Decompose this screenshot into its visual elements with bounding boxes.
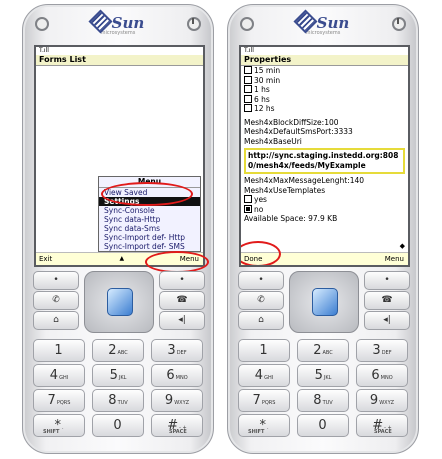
shift-label: SHIFT: [248, 429, 265, 435]
properties-title: Properties: [241, 55, 408, 66]
key-1[interactable]: 1: [238, 339, 290, 362]
default-sms-port[interactable]: Mesh4xDefaultSmsPort:3333: [241, 127, 408, 137]
phone-right: Sun microsystems T.ıll Properties 15 min…: [227, 4, 419, 454]
space-label: SPACE: [374, 429, 392, 435]
menu-item-sync-data-http[interactable]: Sync data-Http: [99, 215, 200, 224]
key-8[interactable]: 8TUV: [297, 389, 349, 412]
navigation-pad[interactable]: [289, 271, 359, 333]
key-2[interactable]: 2ABC: [92, 339, 144, 362]
max-message-length[interactable]: Mesh4xMaxMessageLenght:140: [241, 176, 408, 186]
signal-indicator: T.ıll: [39, 47, 49, 54]
end-call-icon[interactable]: ☎: [159, 291, 205, 310]
checkbox-icon[interactable]: [244, 66, 252, 74]
key-4[interactable]: 4GHI: [33, 364, 85, 387]
use-templates-label: Mesh4xUseTemplates: [244, 185, 326, 195]
checkbox-icon[interactable]: [244, 94, 252, 103]
menu-item-settings[interactable]: Settings: [99, 197, 200, 206]
menu-item-sync-console[interactable]: Sync-Console: [99, 206, 200, 215]
menu-item-view-saved[interactable]: View Saved: [99, 188, 200, 197]
menu-softkey[interactable]: Menu: [180, 253, 199, 265]
key-5[interactable]: 5JKL: [297, 364, 349, 387]
softkey-bar: Exit ▲ Menu: [36, 252, 203, 265]
key-5[interactable]: 5JKL: [92, 364, 144, 387]
select-button[interactable]: [312, 288, 338, 316]
exit-softkey[interactable]: Exit: [39, 255, 52, 263]
back-icon[interactable]: ◂|: [364, 311, 410, 330]
checkbox-icon[interactable]: [244, 75, 252, 84]
key-1[interactable]: 1: [33, 339, 85, 362]
sun-logo: Sun microsystems: [23, 9, 213, 36]
key-2[interactable]: 2ABC: [297, 339, 349, 362]
use-templates-yes[interactable]: yes: [241, 195, 408, 205]
screen-right: T.ıll Properties 15 min 30 min 1 hs 6 hs…: [239, 45, 410, 267]
use-templates-no[interactable]: no: [241, 204, 408, 215]
right-softkey-button[interactable]: •: [364, 271, 410, 290]
menu-item-sync-data-sms[interactable]: Sync data-Sms: [99, 224, 200, 233]
key-6[interactable]: 6MNO: [151, 364, 203, 387]
option-30-min[interactable]: 30 min: [241, 75, 408, 86]
scroll-arrows-icon: ◆: [399, 242, 405, 250]
signal-indicator: T.ıll: [244, 47, 254, 54]
menu-softkey[interactable]: Menu: [385, 253, 404, 265]
home-icon[interactable]: ⌂: [33, 311, 79, 330]
option-12-hs[interactable]: 12 hs: [241, 104, 408, 114]
space-label: SPACE: [169, 429, 187, 435]
option-15-min[interactable]: 15 min: [241, 66, 408, 76]
call-icon[interactable]: ✆: [238, 291, 284, 310]
shift-label: SHIFT: [43, 429, 60, 435]
checkbox-checked-icon[interactable]: [244, 204, 252, 213]
brand-tagline: microsystems: [305, 30, 341, 36]
right-softkey-button[interactable]: •: [159, 271, 205, 290]
key-7[interactable]: 7PQRS: [238, 389, 290, 412]
key-0[interactable]: 0: [297, 414, 349, 437]
key-3[interactable]: 3DEF: [151, 339, 203, 362]
key-8[interactable]: 8TUV: [92, 389, 144, 412]
done-softkey[interactable]: Done: [244, 255, 262, 263]
back-icon[interactable]: ◂|: [159, 311, 205, 330]
forms-list-title: Forms List: [36, 55, 203, 66]
key-7[interactable]: 7PQRS: [33, 389, 85, 412]
home-icon[interactable]: ⌂: [238, 311, 284, 330]
key-0[interactable]: 0: [92, 414, 144, 437]
checkbox-icon[interactable]: [244, 85, 252, 93]
checkbox-icon[interactable]: [244, 104, 252, 112]
left-softkey-button[interactable]: •: [238, 271, 284, 290]
option-6-hs[interactable]: 6 hs: [241, 94, 408, 105]
key-9[interactable]: 9WXYZ: [356, 389, 408, 412]
sun-logo: Sun microsystems: [228, 9, 418, 36]
option-1-hs[interactable]: 1 hs: [241, 85, 408, 95]
end-call-icon[interactable]: ☎: [364, 291, 410, 310]
select-button[interactable]: [107, 288, 133, 316]
base-uri-label: Mesh4xBaseUri: [244, 136, 302, 146]
navigation-pad[interactable]: [84, 271, 154, 333]
call-icon[interactable]: ✆: [33, 291, 79, 310]
key-4[interactable]: 4GHI: [238, 364, 290, 387]
checkbox-icon[interactable]: [244, 195, 252, 203]
available-space: Available Space: 97.9 KB: [244, 214, 338, 223]
menu-item-import-def-http[interactable]: Sync-Import def- Http: [99, 233, 200, 242]
options-menu: Menu View Saved Settings Sync-Console Sy…: [98, 176, 201, 252]
block-diff-size[interactable]: Mesh4xBlockDiffSize:100: [241, 118, 408, 128]
phone-left: Sun microsystems T.ıll Forms List Menu V…: [22, 4, 214, 454]
menu-title: Menu: [99, 177, 200, 188]
softkey-bar: Done Menu: [241, 252, 408, 265]
key-6[interactable]: 6MNO: [356, 364, 408, 387]
menu-item-import-def-sms[interactable]: Sync-Import def- SMS: [99, 242, 200, 251]
base-uri-field[interactable]: http://sync.staging.instedd.org:8080/mes…: [244, 148, 405, 174]
key-3[interactable]: 3DEF: [356, 339, 408, 362]
left-softkey-button[interactable]: •: [33, 271, 79, 290]
key-9[interactable]: 9WXYZ: [151, 389, 203, 412]
menu-up-indicator-icon: ▲: [119, 255, 125, 262]
brand-tagline: microsystems: [100, 30, 136, 36]
screen-left: T.ıll Forms List Menu View Saved Setting…: [34, 45, 205, 267]
